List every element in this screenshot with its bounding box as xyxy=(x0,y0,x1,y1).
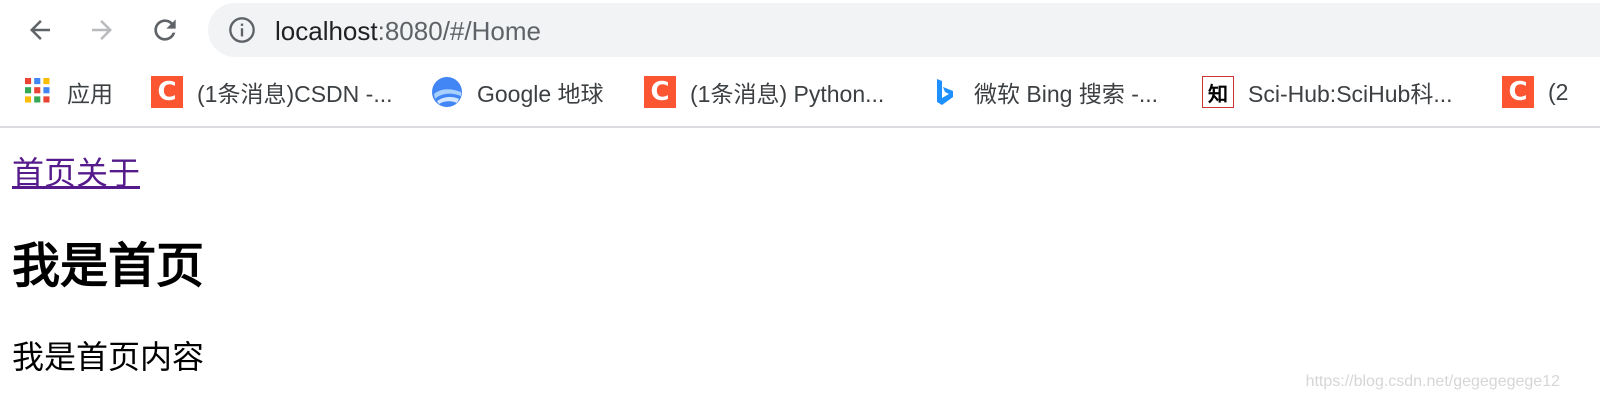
reload-button[interactable] xyxy=(145,10,185,50)
bookmark-label: (1条消息) Python... xyxy=(690,81,885,107)
url-host: localhost xyxy=(275,16,378,46)
bookmark-label: 微软 Bing 搜索 -... xyxy=(974,81,1159,107)
nav-links[interactable]: 首页关于 xyxy=(12,148,140,194)
bookmark-csdn-python[interactable]: C (1条消息) Python... xyxy=(644,74,884,110)
back-button[interactable] xyxy=(20,10,60,50)
scihub-icon: 知 xyxy=(1202,76,1234,108)
bookmark-apps[interactable]: 应用 xyxy=(25,74,113,110)
url-text[interactable]: localhost:8080/#/Home xyxy=(275,16,541,46)
bookmark-google-earth[interactable]: Google 地球 xyxy=(431,74,604,110)
bookmark-label: 应用 xyxy=(67,81,113,107)
apps-grid-icon xyxy=(25,78,50,103)
arrow-right-icon xyxy=(92,20,112,40)
google-earth-icon xyxy=(432,77,462,107)
url-path: :8080/#/Home xyxy=(377,16,541,46)
info-icon[interactable] xyxy=(228,16,256,44)
bookmark-label: (2 xyxy=(1548,78,1569,105)
bookmark-label: (1条消息)CSDN -... xyxy=(197,81,393,107)
bookmarks-bar: 应用 C (1条消息)CSDN -... Google 地球 C (1条消息) … xyxy=(0,60,1600,128)
browser-toolbar: localhost:8080/#/Home xyxy=(0,0,1600,60)
address-bar[interactable]: localhost:8080/#/Home xyxy=(208,3,1600,57)
page-body-text: 我是首页内容 xyxy=(12,339,205,375)
bookmark-csdn[interactable]: C (1条消息)CSDN -... xyxy=(151,74,393,110)
csdn-icon: C xyxy=(1502,76,1534,108)
csdn-icon: C xyxy=(151,76,183,108)
bookmark-scihub[interactable]: 知 Sci-Hub:SciHub科... xyxy=(1202,74,1453,110)
bookmark-bing[interactable]: 微软 Bing 搜索 -... xyxy=(928,74,1158,110)
bookmark-label: Google 地球 xyxy=(477,81,604,107)
arrow-left-icon xyxy=(30,20,50,40)
bing-icon xyxy=(937,79,953,105)
csdn-icon: C xyxy=(644,76,676,108)
forward-button[interactable] xyxy=(82,10,122,50)
reload-icon xyxy=(154,19,176,41)
bookmark-csdn-2[interactable]: C (2 xyxy=(1502,74,1568,110)
page-title: 我是首页 xyxy=(12,240,205,293)
bookmark-label: Sci-Hub:SciHub科... xyxy=(1248,81,1453,107)
watermark: https://blog.csdn.net/gegegegege12 xyxy=(1305,373,1560,390)
